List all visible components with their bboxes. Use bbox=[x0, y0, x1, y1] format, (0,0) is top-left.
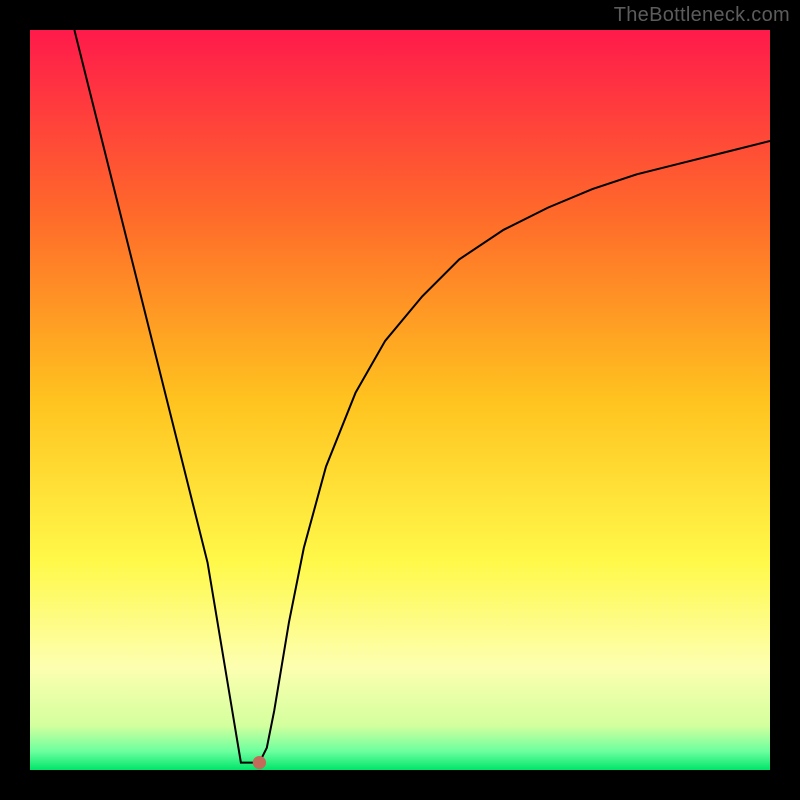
chart-frame: TheBottleneck.com bbox=[0, 0, 800, 800]
marker-dot bbox=[253, 756, 266, 769]
gradient-background bbox=[30, 30, 770, 770]
watermark-text: TheBottleneck.com bbox=[614, 4, 790, 27]
bottleneck-chart bbox=[30, 30, 770, 770]
